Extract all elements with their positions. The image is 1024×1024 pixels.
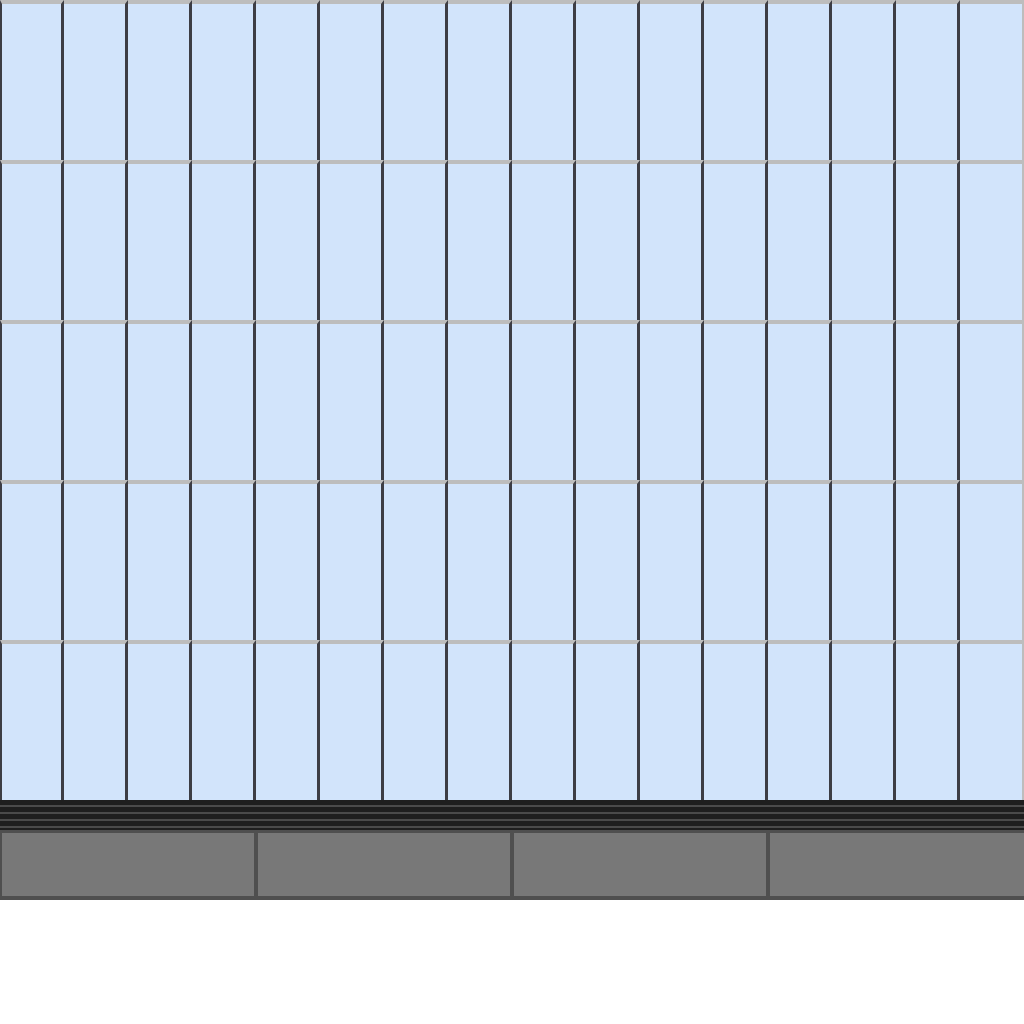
grid-cell[interactable]: [576, 480, 640, 640]
grid-cell[interactable]: [832, 480, 896, 640]
grid-cell[interactable]: [128, 640, 192, 800]
grid-cell[interactable]: [640, 160, 704, 320]
grid-cell[interactable]: [256, 480, 320, 640]
grid-cell[interactable]: [64, 640, 128, 800]
grid-cell[interactable]: [640, 640, 704, 800]
grid-cell[interactable]: [320, 640, 384, 800]
bottom-panel[interactable]: [514, 833, 766, 896]
grid-cell[interactable]: [768, 160, 832, 320]
grid-cell[interactable]: [256, 320, 320, 480]
grid-cell[interactable]: [960, 480, 1024, 640]
grid-cell[interactable]: [576, 640, 640, 800]
grid-cell[interactable]: [640, 320, 704, 480]
grid-cell[interactable]: [896, 160, 960, 320]
grid-cell[interactable]: [704, 160, 768, 320]
grid-cell[interactable]: [192, 0, 256, 160]
grid-cell[interactable]: [896, 0, 960, 160]
grid-cell[interactable]: [384, 320, 448, 480]
grid-cell[interactable]: [192, 160, 256, 320]
grid-cell[interactable]: [128, 480, 192, 640]
grid-cell[interactable]: [0, 640, 64, 800]
grid-cell[interactable]: [320, 0, 384, 160]
grid-cell[interactable]: [256, 0, 320, 160]
grid-cell[interactable]: [384, 480, 448, 640]
grid-cell[interactable]: [832, 640, 896, 800]
grid-cell[interactable]: [128, 320, 192, 480]
grid-cell[interactable]: [768, 0, 832, 160]
grid-cell[interactable]: [0, 0, 64, 160]
grid-cell[interactable]: [832, 0, 896, 160]
grid-cell[interactable]: [320, 480, 384, 640]
grid-cell[interactable]: [704, 480, 768, 640]
grid-cell[interactable]: [576, 160, 640, 320]
grid-cell[interactable]: [960, 320, 1024, 480]
bottom-panel[interactable]: [770, 833, 1024, 896]
grid-cell[interactable]: [960, 640, 1024, 800]
grid-cell[interactable]: [64, 0, 128, 160]
grid-cell[interactable]: [832, 160, 896, 320]
grid-cell[interactable]: [704, 320, 768, 480]
grid-cell[interactable]: [512, 320, 576, 480]
grid-cell[interactable]: [896, 320, 960, 480]
grid-cell[interactable]: [192, 320, 256, 480]
grid-cell[interactable]: [832, 320, 896, 480]
grid-cell[interactable]: [448, 320, 512, 480]
grid-cell[interactable]: [576, 320, 640, 480]
grid-cell[interactable]: [384, 160, 448, 320]
grid-cell[interactable]: [896, 480, 960, 640]
grid-cell[interactable]: [640, 480, 704, 640]
grid-cell[interactable]: [448, 480, 512, 640]
grid-cell[interactable]: [512, 160, 576, 320]
grid-cell[interactable]: [448, 0, 512, 160]
grid-cell[interactable]: [0, 320, 64, 480]
grid-cell[interactable]: [512, 480, 576, 640]
grid-cell[interactable]: [576, 0, 640, 160]
bottom-panel[interactable]: [258, 833, 510, 896]
grid-cell[interactable]: [768, 640, 832, 800]
grid-cell[interactable]: [896, 640, 960, 800]
grid-cell[interactable]: [0, 480, 64, 640]
grid-cell[interactable]: [128, 160, 192, 320]
grid-cell[interactable]: [512, 640, 576, 800]
grid-cell[interactable]: [448, 160, 512, 320]
tile-grid: [0, 0, 1024, 800]
grid-cell[interactable]: [704, 0, 768, 160]
grid-cell[interactable]: [960, 0, 1024, 160]
grid-cell[interactable]: [960, 160, 1024, 320]
grid-cell[interactable]: [128, 0, 192, 160]
separator-band: [0, 800, 1024, 830]
grid-cell[interactable]: [768, 480, 832, 640]
grid-cell[interactable]: [384, 640, 448, 800]
canvas: [0, 0, 1024, 1024]
grid-cell[interactable]: [192, 480, 256, 640]
grid-cell[interactable]: [256, 640, 320, 800]
grid-cell[interactable]: [704, 640, 768, 800]
grid-cell[interactable]: [0, 160, 64, 320]
grid-cell[interactable]: [64, 160, 128, 320]
grid-cell[interactable]: [448, 640, 512, 800]
grid-cell[interactable]: [768, 320, 832, 480]
grid-cell[interactable]: [256, 160, 320, 320]
bottom-panel-bar: [0, 830, 1024, 900]
grid-cell[interactable]: [640, 0, 704, 160]
grid-cell[interactable]: [320, 160, 384, 320]
grid-cell[interactable]: [64, 320, 128, 480]
grid-cell[interactable]: [512, 0, 576, 160]
grid-cell[interactable]: [384, 0, 448, 160]
bottom-panel[interactable]: [2, 833, 254, 896]
grid-cell[interactable]: [192, 640, 256, 800]
grid-cell[interactable]: [320, 320, 384, 480]
grid-cell[interactable]: [64, 480, 128, 640]
